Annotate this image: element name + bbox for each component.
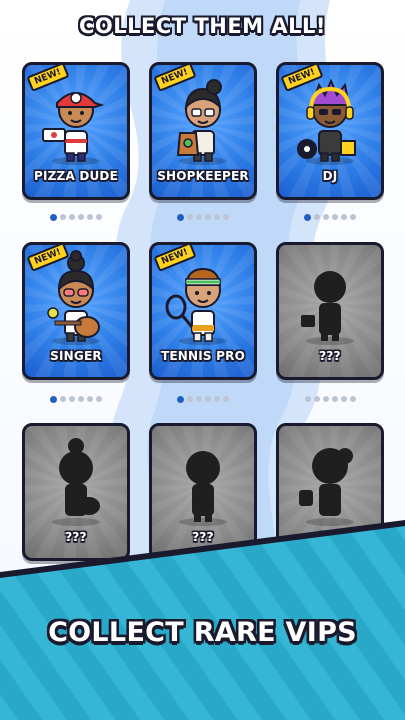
dot [196, 396, 202, 402]
dot [323, 214, 329, 220]
vip-card-dj[interactable]: NEW! DJ [276, 62, 384, 200]
pagination-dots [149, 395, 257, 403]
dot-active [177, 213, 184, 221]
dot [96, 214, 102, 220]
dot [196, 214, 202, 220]
dot [313, 396, 320, 402]
card-name-label: TENNIS PRO [161, 349, 245, 363]
dot [60, 396, 66, 402]
dot [223, 214, 229, 220]
pagination-dots [276, 396, 384, 402]
vip-card-singer[interactable]: NEW! SINGER [22, 242, 130, 380]
page-title: COLLECT THEM ALL! [79, 14, 326, 38]
banner-title: COLLECT RARE VIPS [48, 617, 357, 648]
vip-card-tennis-pro[interactable]: NEW! TENNIS PRO [149, 242, 257, 380]
dot [87, 396, 93, 402]
dot [205, 396, 211, 402]
dot [322, 396, 329, 402]
dot [332, 214, 338, 220]
card-name-label: SINGER [50, 349, 102, 363]
vip-card-shopkeeper[interactable]: NEW! SHOPKEEPER [149, 62, 257, 200]
card-name-label: PIZZA DUDE [34, 169, 118, 183]
pagination-dots [22, 395, 130, 403]
dot [78, 396, 84, 402]
dot [205, 214, 211, 220]
dot [314, 214, 320, 220]
dot-active [304, 213, 311, 221]
dot-active [50, 213, 57, 221]
dot-active [177, 395, 184, 403]
dot [187, 396, 193, 402]
card-name-label: DJ [322, 169, 338, 183]
dot [60, 214, 66, 220]
dot [96, 396, 102, 402]
dot [214, 396, 220, 402]
pagination-dots [22, 213, 130, 221]
promo-banner: COLLECT RARE VIPS [0, 520, 405, 720]
dot [223, 396, 229, 402]
dot [214, 214, 220, 220]
dot [304, 396, 311, 402]
pagination-dots [276, 213, 384, 221]
card-name-label: SHOPKEEPER [157, 169, 249, 183]
dot [87, 214, 93, 220]
dot [349, 396, 356, 402]
dot [69, 396, 75, 402]
vip-card-pizza-dude[interactable]: NEW! PIZZA DUDE [22, 62, 130, 200]
dot [341, 214, 347, 220]
dot-active [50, 395, 57, 403]
vip-card-locked[interactable]: ??? [276, 242, 384, 380]
card-name-label: ??? [319, 349, 341, 363]
dot [69, 214, 75, 220]
dot [187, 214, 193, 220]
dot [340, 396, 347, 402]
dot [350, 214, 356, 220]
dot [78, 214, 84, 220]
dot [331, 396, 338, 402]
pagination-dots [149, 213, 257, 221]
